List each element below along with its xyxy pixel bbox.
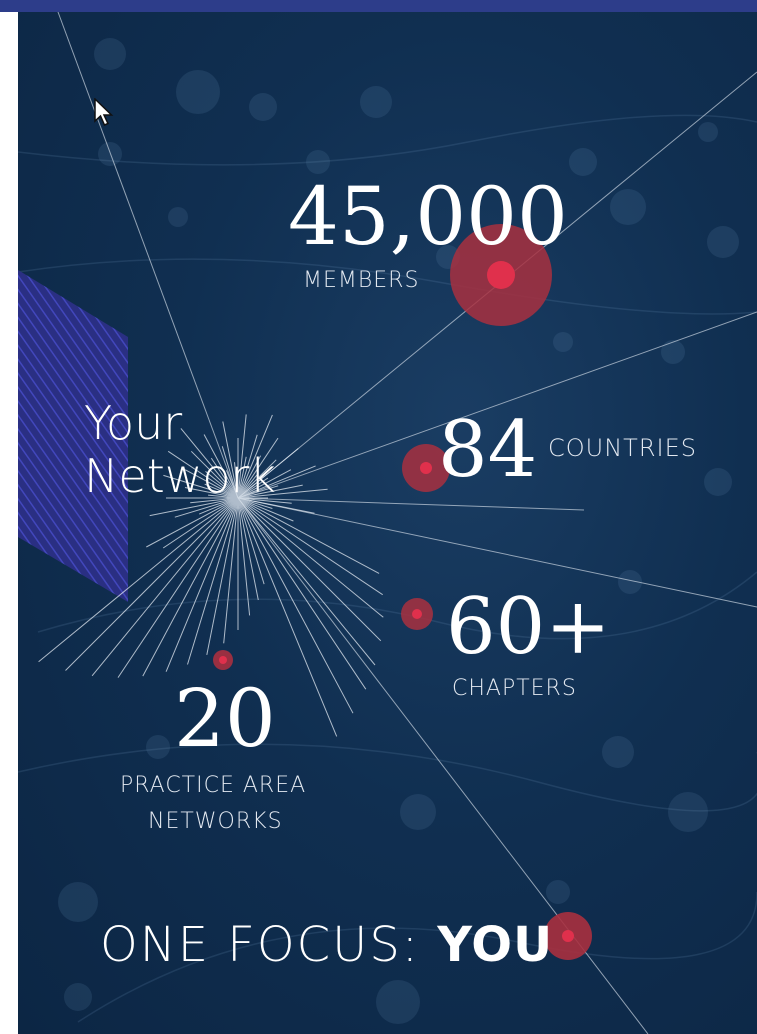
mouse-cursor-icon — [94, 98, 114, 126]
countries-label: COUNTRIES — [548, 434, 697, 462]
members-value: 45,000 — [288, 170, 568, 263]
starburst-ray — [165, 497, 239, 672]
footer-tagline: ONE FOCUS: YOU — [100, 917, 553, 973]
chapters-value: 60+ — [446, 582, 611, 672]
footer-prefix: ONE FOCUS: — [100, 917, 420, 973]
starburst-ray — [146, 497, 239, 548]
starburst-ray — [237, 497, 376, 666]
top-bar — [0, 0, 757, 12]
countries-value: 84 — [438, 405, 538, 495]
background-graphics — [18, 12, 757, 1034]
practice-value: 20 — [174, 672, 276, 765]
connector-lines — [57, 12, 757, 1034]
starburst-ray — [237, 497, 380, 574]
network-infographic: Your Network 45,000 MEMBERS 84 COUNTRIES… — [18, 12, 757, 1034]
practice-label-line-1: PRACTICE AREA — [120, 773, 307, 798]
footer-emphasis: YOU — [437, 917, 554, 973]
left-strip — [0, 12, 18, 1034]
headline: Your Network — [84, 397, 276, 503]
headline-line-1: Your — [84, 396, 183, 450]
members-label: MEMBERS — [303, 268, 420, 293]
headline-line-2: Network — [84, 448, 277, 503]
chapters-label: CHAPTERS — [452, 676, 577, 701]
starburst-ray — [142, 497, 239, 677]
practice-label-line-2: NETWORKS — [148, 809, 283, 834]
